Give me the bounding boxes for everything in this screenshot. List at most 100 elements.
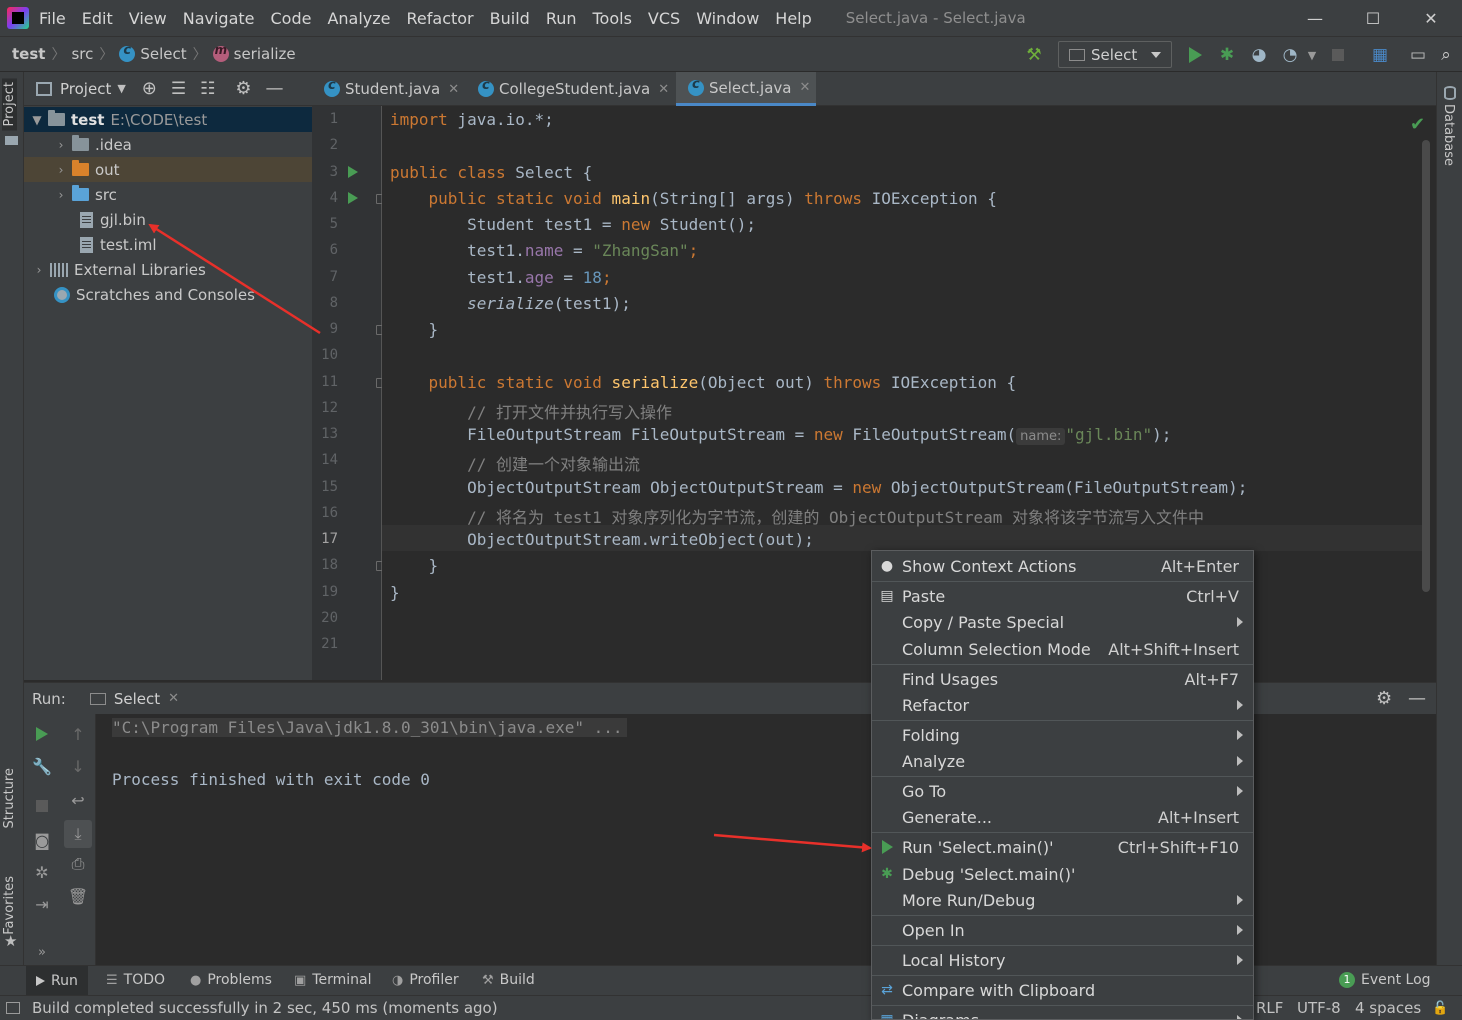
- stop-icon[interactable]: [1328, 45, 1348, 65]
- tool-window-event-log[interactable]: 1 Event Log: [1339, 972, 1431, 988]
- collapsed-chevron-icon[interactable]: ›: [54, 163, 68, 177]
- menu-item-analyze[interactable]: Analyze: [872, 748, 1253, 774]
- close-tab-icon[interactable]: ✕: [168, 691, 179, 706]
- close-tab-icon[interactable]: ✕: [658, 82, 669, 97]
- database-side-tab[interactable]: Database: [1441, 104, 1456, 166]
- menu-vcs[interactable]: VCS: [648, 9, 680, 28]
- editor-scrollbar[interactable]: [1422, 140, 1430, 592]
- breadcrumb-folder[interactable]: src: [71, 45, 93, 63]
- tool-window-run[interactable]: Run: [26, 966, 88, 996]
- tree-item-root[interactable]: ▼ test E:\CODE\test: [24, 107, 312, 132]
- close-tab-icon[interactable]: ✕: [799, 80, 810, 95]
- tab-student-java[interactable]: Student.java ✕: [312, 72, 464, 106]
- breadcrumb-class[interactable]: Select: [119, 43, 187, 63]
- rerun-icon[interactable]: [32, 724, 52, 744]
- tab-select-java[interactable]: Select.java ✕: [676, 72, 816, 106]
- minimize-button[interactable]: —: [1286, 0, 1344, 36]
- lock-icon[interactable]: 🔓: [1432, 1001, 1448, 1016]
- menu-item-folding[interactable]: Folding: [872, 722, 1253, 748]
- stop-icon[interactable]: [32, 796, 52, 816]
- menu-item-find-usages[interactable]: Find Usages Alt+F7: [872, 666, 1253, 692]
- indent-indicator[interactable]: 4 spaces: [1355, 999, 1421, 1017]
- menu-edit[interactable]: Edit: [82, 9, 113, 28]
- run-icon[interactable]: [1185, 45, 1205, 65]
- more-run-chevron-icon[interactable]: ▼: [1302, 45, 1322, 65]
- tree-item-external-libraries[interactable]: › External Libraries: [24, 257, 312, 282]
- run-configuration-select[interactable]: Select: [1058, 41, 1172, 68]
- select-opened-file-icon[interactable]: ⊕: [142, 78, 157, 99]
- menu-item-go-to[interactable]: Go To: [872, 778, 1253, 804]
- breadcrumb-method[interactable]: serialize: [212, 43, 296, 63]
- menu-navigate[interactable]: Navigate: [183, 9, 255, 28]
- menu-item-refactor[interactable]: Refactor: [872, 692, 1253, 718]
- close-button[interactable]: ✕: [1402, 0, 1460, 36]
- exit-icon[interactable]: ⇥: [32, 894, 52, 914]
- build-hammer-icon[interactable]: ⚒: [1024, 45, 1044, 65]
- menu-item-compare-with-clipboard[interactable]: ⇄ Compare with Clipboard: [872, 977, 1253, 1003]
- structure-side-tab[interactable]: Structure: [2, 768, 17, 828]
- collapsed-chevron-icon[interactable]: ›: [54, 188, 68, 202]
- menu-item-generate[interactable]: Generate... Alt+Insert: [872, 804, 1253, 830]
- menu-item-open-in[interactable]: Open In: [872, 917, 1253, 943]
- run-class-gutter-icon[interactable]: [348, 166, 358, 178]
- camera-icon[interactable]: ◙: [32, 830, 52, 850]
- trash-icon[interactable]: 🗑: [68, 886, 88, 906]
- arrow-up-icon[interactable]: ↑: [68, 724, 88, 744]
- expanded-chevron-icon[interactable]: ▼: [30, 113, 44, 127]
- tree-item-test-iml[interactable]: test.iml: [24, 232, 312, 257]
- encoding-indicator[interactable]: UTF-8: [1297, 999, 1341, 1017]
- menu-view[interactable]: View: [129, 9, 167, 28]
- debug-bug-icon[interactable]: ✱: [1217, 45, 1237, 65]
- hide-panel-icon[interactable]: —: [1408, 688, 1426, 709]
- tree-item-out[interactable]: › out: [24, 157, 312, 182]
- maximize-button[interactable]: ☐: [1344, 0, 1402, 36]
- tree-item-scratches[interactable]: Scratches and Consoles: [24, 282, 312, 307]
- tool-window-todo[interactable]: ☰ TODO: [106, 972, 165, 988]
- tool-window-terminal[interactable]: ▣ Terminal: [294, 972, 371, 988]
- dump-threads-icon[interactable]: ✲: [32, 862, 52, 882]
- search-icon[interactable]: ⌕: [1436, 45, 1456, 65]
- toolbox-icon[interactable]: ▭: [1408, 45, 1428, 65]
- menu-build[interactable]: Build: [490, 9, 530, 28]
- run-tab-select[interactable]: Select: [114, 690, 160, 708]
- project-side-tab[interactable]: Project: [2, 78, 17, 131]
- menu-item-column-selection-mode[interactable]: Column Selection Mode Alt+Shift+Insert: [872, 636, 1253, 662]
- tree-item-src[interactable]: › src: [24, 182, 312, 207]
- arrow-down-icon[interactable]: ↓: [68, 756, 88, 776]
- hide-pane-icon[interactable]: —: [266, 78, 284, 99]
- menu-code[interactable]: Code: [271, 9, 312, 28]
- tool-window-problems[interactable]: ● Problems: [190, 972, 272, 988]
- collapsed-chevron-icon[interactable]: ›: [54, 138, 68, 152]
- close-tab-icon[interactable]: ✕: [448, 82, 459, 97]
- menu-item-copy-paste-special[interactable]: Copy / Paste Special: [872, 609, 1253, 635]
- menu-item-local-history[interactable]: Local History: [872, 947, 1253, 973]
- profile-icon[interactable]: ◔: [1280, 45, 1300, 65]
- gear-icon[interactable]: ⚙: [235, 78, 251, 99]
- menu-run[interactable]: Run: [546, 9, 577, 28]
- menu-item-more-run-debug[interactable]: More Run/Debug: [872, 887, 1253, 913]
- project-structure-icon[interactable]: ▦: [1370, 45, 1390, 65]
- tree-item-gjl-bin[interactable]: gjl.bin: [24, 207, 312, 232]
- no-problems-check-icon[interactable]: ✔: [1410, 114, 1425, 135]
- project-view-selector[interactable]: Project: [60, 80, 111, 98]
- menu-file[interactable]: File: [39, 9, 66, 28]
- expand-all-icon[interactable]: ☰: [171, 79, 186, 99]
- menu-help[interactable]: Help: [775, 9, 811, 28]
- layout-toggle-icon[interactable]: [6, 1002, 20, 1014]
- gear-icon[interactable]: ⚙: [1376, 688, 1392, 709]
- coverage-icon[interactable]: ◕: [1249, 45, 1269, 65]
- tool-window-build[interactable]: ⚒ Build: [482, 972, 535, 988]
- menu-item-run-select-main[interactable]: Run 'Select.main()' Ctrl+Shift+F10: [872, 834, 1253, 860]
- more-icon[interactable]: »: [32, 942, 52, 962]
- scroll-to-end-icon[interactable]: ⤓: [64, 820, 92, 848]
- menu-window[interactable]: Window: [696, 9, 759, 28]
- menu-item-show-context-actions[interactable]: ● Show Context Actions Alt+Enter: [872, 553, 1253, 579]
- tool-window-profiler[interactable]: ◑ Profiler: [392, 972, 459, 988]
- menu-analyze[interactable]: Analyze: [327, 9, 390, 28]
- collapsed-chevron-icon[interactable]: ›: [32, 263, 46, 277]
- print-icon[interactable]: ⎙: [68, 854, 88, 874]
- soft-wrap-icon[interactable]: ↩: [68, 790, 88, 810]
- menu-item-diagrams[interactable]: ▦ Diagrams: [872, 1007, 1253, 1019]
- menu-item-debug-select-main[interactable]: ✱ Debug 'Select.main()': [872, 861, 1253, 887]
- tree-item-idea[interactable]: › .idea: [24, 132, 312, 157]
